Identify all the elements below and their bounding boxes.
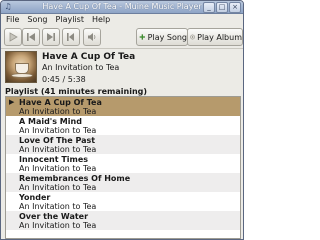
- menu-playlist[interactable]: Playlist: [53, 15, 87, 25]
- song-album: An Invitation to Tea: [19, 164, 97, 173]
- song-album: An Invitation to Tea: [19, 221, 97, 230]
- playlist-row[interactable]: ▶ Have A Cup Of Tea An Invitation to Tea: [6, 97, 240, 116]
- previous-button[interactable]: [22, 28, 40, 46]
- minimize-icon[interactable]: _: [203, 2, 215, 13]
- now-playing-panel: Have A Cup Of Tea An Invitation to Tea 0…: [1, 49, 243, 85]
- toolbar: Play Song Play Album: [1, 26, 243, 49]
- song-album: An Invitation to Tea: [19, 107, 97, 116]
- now-playing-marker-icon: ▶: [9, 98, 15, 106]
- song-album: An Invitation to Tea: [19, 145, 97, 154]
- next-icon: [47, 33, 55, 41]
- playlist-row[interactable]: Remembrances Of Home An Invitation to Te…: [6, 173, 240, 192]
- now-playing-time: 0:45 / 5:38: [42, 75, 86, 84]
- menu-song[interactable]: Song: [24, 15, 50, 25]
- plus-icon: [139, 34, 145, 40]
- playlist-row[interactable]: Over the Water An Invitation to Tea: [6, 211, 240, 230]
- song-album: An Invitation to Tea: [19, 202, 97, 211]
- song-title: Innocent Times: [19, 155, 89, 164]
- title-bar[interactable]: ♫ Have A Cup Of Tea - Muine Music Player…: [1, 1, 243, 14]
- song-title: Yonder: [19, 193, 51, 202]
- song-title: A Maid's Mind: [19, 117, 82, 126]
- song-title: Have A Cup Of Tea: [19, 98, 102, 107]
- skip-to-icon: [67, 33, 74, 41]
- play-album-label: Play Album: [197, 32, 242, 42]
- song-album: An Invitation to Tea: [19, 183, 97, 192]
- menu-help[interactable]: Help: [89, 15, 113, 25]
- playlist[interactable]: ▶ Have A Cup Of Tea An Invitation to Tea…: [5, 96, 241, 239]
- playlist-row[interactable]: A Maid's Mind An Invitation to Tea: [6, 116, 240, 135]
- close-icon[interactable]: ×: [229, 2, 241, 13]
- play-icon: [9, 32, 18, 42]
- play-song-button[interactable]: Play Song: [136, 28, 188, 46]
- saucer-image: [11, 73, 33, 78]
- menu-bar: File Song Playlist Help: [1, 14, 243, 25]
- speaker-icon: [88, 33, 96, 41]
- now-playing-title: Have A Cup Of Tea: [42, 52, 136, 62]
- menu-file[interactable]: File: [3, 15, 22, 25]
- play-button[interactable]: [4, 28, 22, 46]
- muine-window: ♫ Have A Cup Of Tea - Muine Music Player…: [0, 0, 244, 240]
- playlist-row[interactable]: Love Of The Past An Invitation to Tea: [6, 135, 240, 154]
- disc-icon: [190, 34, 195, 40]
- volume-button[interactable]: [83, 28, 101, 46]
- skip-to-button[interactable]: [62, 28, 80, 46]
- playlist-row[interactable]: Yonder An Invitation to Tea: [6, 192, 240, 211]
- song-album: An Invitation to Tea: [19, 126, 97, 135]
- song-title: Over the Water: [19, 212, 89, 221]
- play-song-label: Play Song: [147, 32, 187, 42]
- maximize-icon[interactable]: □: [216, 2, 228, 13]
- song-title: Love Of The Past: [19, 136, 96, 145]
- play-album-button[interactable]: Play Album: [187, 28, 243, 46]
- album-cover: [5, 51, 37, 83]
- playlist-row[interactable]: Innocent Times An Invitation to Tea: [6, 154, 240, 173]
- previous-icon: [27, 33, 35, 41]
- playlist-header: Playlist (41 minutes remaining): [5, 87, 148, 96]
- song-title: Remembrances Of Home: [19, 174, 131, 183]
- now-playing-album: An Invitation to Tea: [42, 63, 120, 72]
- next-button[interactable]: [42, 28, 60, 46]
